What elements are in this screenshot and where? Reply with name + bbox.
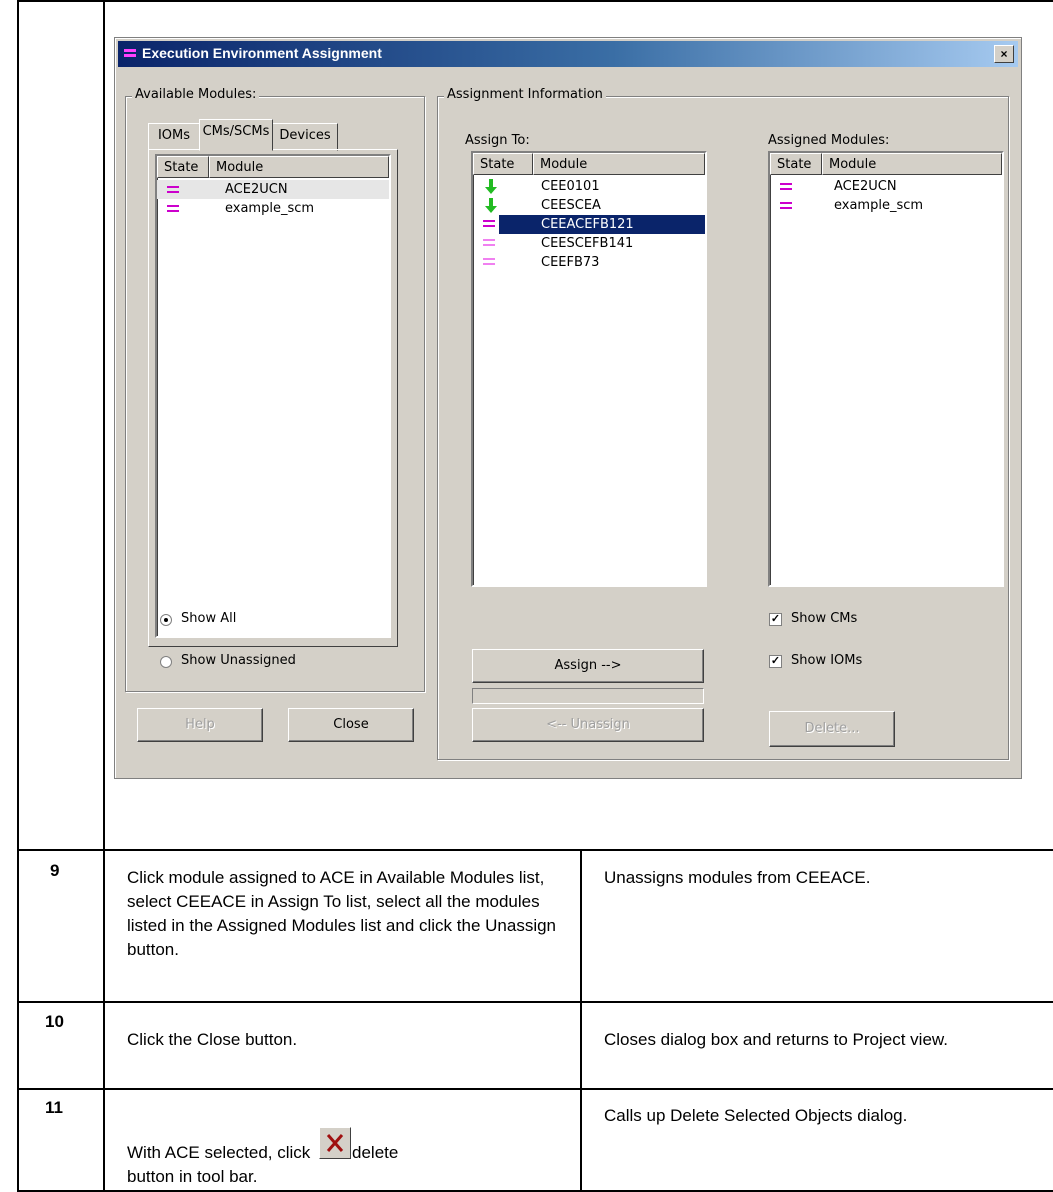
column-header-module[interactable]: Module: [209, 156, 389, 178]
list-item[interactable]: CEE0101: [473, 177, 705, 196]
help-button[interactable]: Help: [137, 708, 263, 742]
table-row-line-1: [17, 849, 1053, 851]
assigned-modules-label: Assigned Modules:: [768, 133, 890, 148]
column-header-module[interactable]: Module: [533, 153, 705, 175]
progress-bar: [472, 688, 704, 704]
state-icon: [483, 258, 495, 266]
tab-ioms[interactable]: IOMs: [148, 123, 200, 151]
dialog-title: Execution Environment Assignment: [142, 45, 382, 61]
show-cms-label: Show CMs: [791, 611, 858, 626]
state-icon: [483, 239, 495, 247]
step-number: 11: [45, 1098, 63, 1117]
state-icon: [780, 202, 792, 210]
list-item-selected[interactable]: CEEACEFB121: [473, 215, 705, 234]
show-ioms-checkbox[interactable]: ✓: [769, 655, 782, 668]
step-number: 10: [45, 1012, 64, 1031]
state-icon: [483, 220, 495, 228]
state-icon: [167, 205, 179, 213]
table-row-line-2: [17, 1001, 1053, 1003]
step-result: Unassigns modules from CEEACE.: [604, 868, 871, 887]
state-icon: [167, 186, 179, 194]
dialog-title-bar[interactable]: Execution Environment Assignment ×: [118, 41, 1018, 67]
state-icon: [780, 183, 792, 191]
assign-to-label: Assign To:: [465, 133, 530, 148]
assign-to-list[interactable]: State Module CEE0101 CEESCEA CEEACEFB121…: [471, 151, 707, 587]
available-modules-list[interactable]: State Module ACE2UCN example_scm: [155, 154, 391, 638]
step-number: 9: [50, 861, 60, 880]
column-header-module[interactable]: Module: [822, 153, 1002, 175]
assigned-modules-list[interactable]: State Module ACE2UCN example_scm: [768, 151, 1004, 587]
table-border-top: [17, 0, 1053, 2]
close-icon[interactable]: ×: [994, 45, 1014, 63]
list-item[interactable]: CEEFB73: [473, 253, 705, 272]
delete-button[interactable]: Delete...: [769, 711, 895, 747]
step-action: Click module assigned to ACE in Availabl…: [127, 868, 557, 959]
available-modules-legend: Available Modules:: [132, 87, 260, 102]
show-unassigned-radio[interactable]: [160, 656, 172, 668]
step-action: Click the Close button.: [127, 1030, 298, 1049]
show-cms-checkbox[interactable]: ✓: [769, 613, 782, 626]
list-item[interactable]: example_scm: [157, 199, 389, 218]
step-result: Calls up Delete Selected Objects dialog.: [604, 1106, 908, 1125]
assignment-information-legend: Assignment Information: [444, 87, 606, 102]
list-item[interactable]: ACE2UCN: [157, 180, 389, 199]
list-item[interactable]: example_scm: [770, 196, 1002, 215]
step-action: With ACE selected, click delete button i…: [127, 1127, 567, 1189]
tab-cms-scms[interactable]: CMs/SCMs: [199, 119, 273, 151]
step-action-text: With ACE selected, click: [127, 1143, 311, 1162]
step-action-text-3: button in tool bar.: [127, 1167, 258, 1186]
show-unassigned-label: Show Unassigned: [181, 653, 296, 668]
down-arrow-icon: [485, 198, 497, 213]
unassign-button[interactable]: <-- Unassign: [472, 708, 704, 742]
table-divider-second-col: [580, 850, 582, 1192]
assign-button[interactable]: Assign -->: [472, 649, 704, 683]
table-row-line-3: [17, 1088, 1053, 1090]
show-all-label: Show All: [181, 611, 237, 626]
tab-devices[interactable]: Devices: [272, 123, 338, 151]
delete-toolbar-icon: [319, 1127, 352, 1159]
column-header-state[interactable]: State: [473, 153, 533, 175]
table-divider-first-col: [103, 0, 105, 1192]
down-arrow-icon: [485, 179, 497, 194]
close-button[interactable]: Close: [288, 708, 414, 742]
list-item[interactable]: CEESCEA: [473, 196, 705, 215]
show-all-radio[interactable]: [160, 614, 172, 626]
column-header-state[interactable]: State: [770, 153, 822, 175]
table-border-left: [17, 0, 19, 1192]
column-header-state[interactable]: State: [157, 156, 209, 178]
step-result: Closes dialog box and returns to Project…: [604, 1030, 948, 1049]
step-action-text-2: delete: [352, 1143, 399, 1162]
show-ioms-label: Show IOMs: [791, 653, 863, 668]
list-item[interactable]: ACE2UCN: [770, 177, 1002, 196]
list-item[interactable]: CEESCEFB141: [473, 234, 705, 253]
app-icon: [124, 49, 136, 59]
execution-environment-assignment-dialog: Execution Environment Assignment × Avail…: [114, 37, 1022, 779]
cms-scms-tab-pane: State Module ACE2UCN example_scm: [148, 149, 398, 647]
